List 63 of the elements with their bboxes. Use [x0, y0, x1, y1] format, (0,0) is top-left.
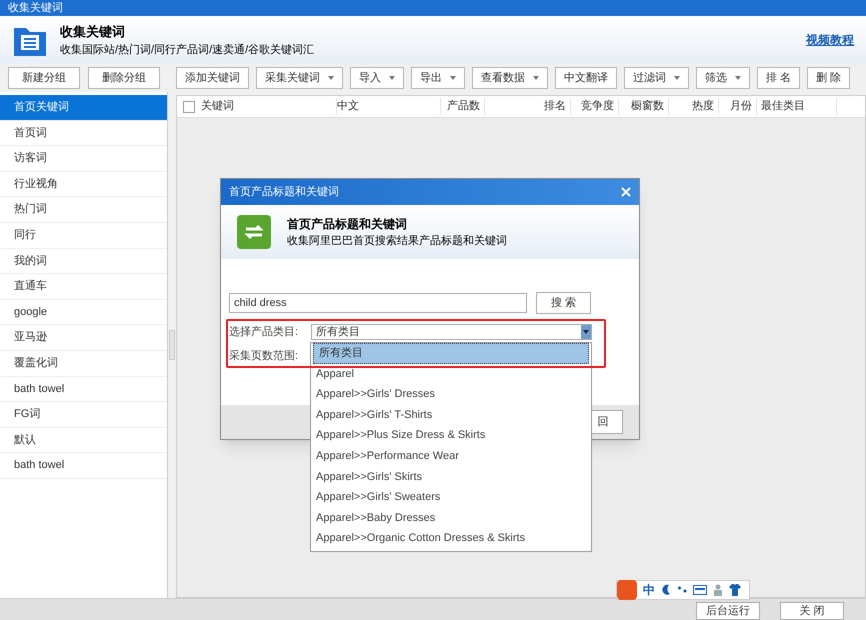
- dialog-title: 首页产品标题和关键词: [229, 184, 339, 200]
- dropdown-option[interactable]: Apparel: [311, 364, 591, 384]
- sidebar-item[interactable]: 首页词: [0, 120, 167, 146]
- toolbar-button[interactable]: 查看数据: [472, 67, 548, 89]
- dropdown-option[interactable]: 所有类目: [313, 343, 589, 364]
- group-button[interactable]: 新建分组: [8, 67, 80, 89]
- moon-icon[interactable]: [661, 584, 671, 596]
- caret-icon: [674, 76, 680, 80]
- toolbar-button[interactable]: 导出: [411, 67, 465, 89]
- category-label: 选择产品类目:: [229, 324, 300, 340]
- keyboard-icon[interactable]: [693, 585, 707, 595]
- toolbar-button[interactable]: 采集关键词: [256, 67, 343, 89]
- dropdown-option[interactable]: Apparel>>Girls' Sweaters: [311, 487, 591, 508]
- dialog-description: 收集阿里巴巴首页搜索结果产品标题和关键词: [287, 234, 507, 249]
- shirt-icon[interactable]: [729, 584, 741, 596]
- caret-icon: [389, 76, 395, 80]
- dropdown-option[interactable]: Apparel>>Girls' Dresses: [311, 384, 591, 405]
- column-header[interactable]: 关键词: [201, 98, 337, 115]
- column-header[interactable]: 排名: [485, 98, 571, 115]
- select-all-checkbox[interactable]: [183, 100, 195, 112]
- dialog-heading: 首页产品标题和关键词: [287, 216, 408, 233]
- category-select[interactable]: 所有类目: [311, 324, 592, 340]
- header-title: 收集关键词: [60, 23, 126, 41]
- sidebar-item[interactable]: 默认: [0, 428, 167, 454]
- dropdown-option[interactable]: Apparel>>Baby Dresses: [311, 508, 591, 528]
- column-header[interactable]: 月份: [719, 98, 757, 115]
- sidebar-item[interactable]: 首页关键词: [0, 95, 167, 121]
- splitter-handle[interactable]: [169, 330, 175, 360]
- dropdown-option[interactable]: Apparel>>Girls' Skirts: [311, 466, 591, 488]
- window-title: 收集关键词: [8, 0, 63, 16]
- toolbar-button[interactable]: 过滤词: [624, 67, 689, 89]
- column-header[interactable]: 橱窗数: [619, 98, 669, 115]
- sidebar-item[interactable]: bath towel: [0, 376, 167, 402]
- header-subtitle: 收集国际站/热门词/同行产品词/速卖通/谷歌关键词汇: [60, 42, 316, 58]
- column-header[interactable]: 最佳类目: [757, 98, 837, 115]
- toolbar-button[interactable]: 删 除: [807, 67, 850, 89]
- search-button[interactable]: 搜 索: [536, 292, 591, 314]
- toolbar-button[interactable]: 中文翻译: [555, 67, 617, 89]
- footer-button[interactable]: 后台运行: [696, 602, 760, 620]
- caret-icon: [450, 76, 456, 80]
- column-header[interactable]: 竞争度: [571, 98, 619, 115]
- dropdown-option[interactable]: Apparel>>Organic Cotton Dresses & Skirts: [311, 528, 591, 549]
- pages-label: 采集页数范围:: [229, 349, 300, 364]
- input-mode[interactable]: 中: [643, 581, 655, 599]
- group-button[interactable]: 删除分组: [88, 67, 160, 89]
- toolbar-button[interactable]: 添加关键词: [176, 67, 249, 89]
- toolbar-button[interactable]: 筛选: [696, 67, 750, 89]
- column-header[interactable]: 产品数: [441, 98, 485, 115]
- toolbar-button[interactable]: 排 名: [757, 67, 800, 89]
- footer-button[interactable]: 关 闭: [780, 602, 844, 620]
- sidebar-item[interactable]: 我的词: [0, 248, 167, 274]
- column-header[interactable]: 热度: [669, 98, 719, 115]
- caret-icon: [735, 76, 741, 80]
- column-header[interactable]: 中文: [337, 98, 441, 115]
- close-icon[interactable]: [621, 187, 631, 197]
- sync-icon: [237, 215, 271, 249]
- caret-icon: [328, 76, 334, 80]
- dropdown-option[interactable]: Apparel>>Performance Wear: [311, 446, 591, 467]
- toolbar-button[interactable]: 导入: [350, 67, 404, 89]
- caret-icon: [581, 325, 591, 339]
- tutorial-link[interactable]: 视频教程: [806, 31, 854, 49]
- search-field[interactable]: child dress: [229, 293, 527, 313]
- caret-icon: [533, 76, 539, 80]
